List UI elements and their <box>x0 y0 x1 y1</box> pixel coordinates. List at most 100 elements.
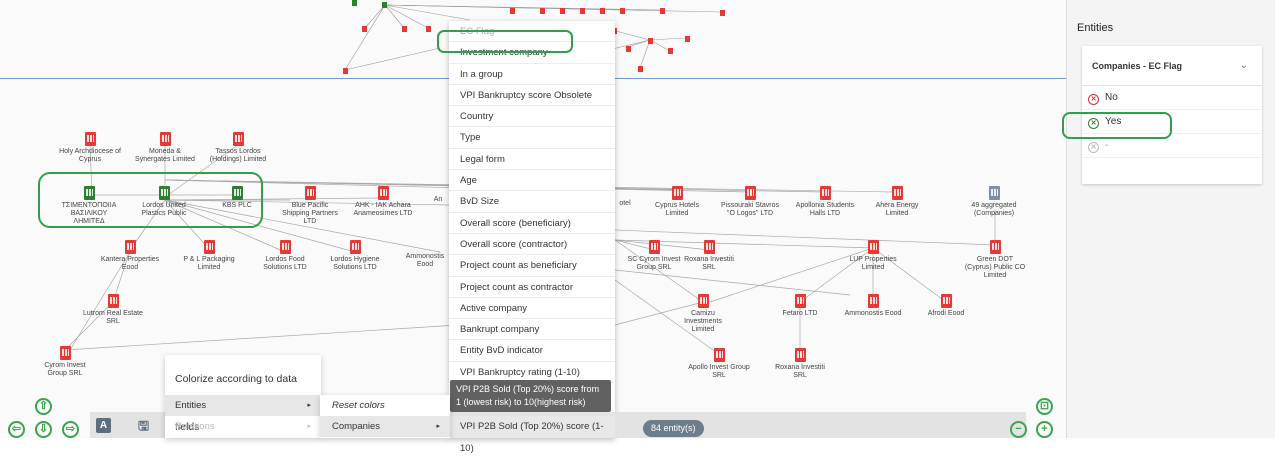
colorize-entities[interactable]: Entities ▸ <box>165 395 321 416</box>
menu-item-vpi-bankruptcy-obsolete[interactable]: VPI Bankruptcy score Obsolete <box>449 85 615 107</box>
building-icon <box>84 132 96 146</box>
node-holy-archdiocese[interactable]: Holy Archdiocese of Cyprus <box>59 132 121 164</box>
overview-node[interactable] <box>600 8 605 14</box>
overview-node[interactable] <box>540 8 545 14</box>
menu-item-type[interactable]: Type <box>449 127 615 149</box>
building-icon <box>377 186 389 200</box>
node-label: Afrodi Eood <box>927 310 965 317</box>
colorize-relations[interactable]: Relations ▸ <box>165 416 321 437</box>
overview-node[interactable] <box>648 38 653 44</box>
menu-item-project-count-contractor[interactable]: Project count as contractor <box>449 277 615 298</box>
overview-node[interactable] <box>720 10 725 16</box>
menu-item-overall-score-beneficiary[interactable]: Overall score (beneficiary) <box>449 213 615 234</box>
node-lutrom[interactable]: Lutrom Real Estate SRL <box>82 294 144 326</box>
node-kantera[interactable]: Kantera Properties Eood <box>99 240 161 272</box>
node-apollo-invest[interactable]: Apollo Invest Group SRL <box>688 348 750 380</box>
node-tassos-lordos[interactable]: Tassos Lordos (Holdings) Limited <box>207 132 269 164</box>
overview-node[interactable] <box>620 8 625 14</box>
menu-item-in-a-group[interactable]: In a group <box>449 64 615 85</box>
node-cyrom-invest[interactable]: Cyrom Invest Group SRL <box>34 346 96 378</box>
overview-node[interactable] <box>626 46 631 52</box>
building-icon <box>107 294 119 308</box>
menu-item-legal-form[interactable]: Legal form <box>449 149 615 171</box>
zoom-in-icon[interactable]: + <box>1036 421 1053 438</box>
overview-node[interactable] <box>580 8 585 14</box>
overview-node[interactable] <box>685 36 690 42</box>
overview-node[interactable] <box>343 68 348 74</box>
node-aggregated[interactable]: 49 aggregated (Companies) <box>963 186 1025 218</box>
overview-node[interactable] <box>638 66 643 72</box>
overview-node[interactable] <box>352 0 357 6</box>
node-cyprus-hotels[interactable]: Cyprus Hotels Limited <box>646 186 708 218</box>
pan-right-icon[interactable]: ⇨ <box>62 421 79 438</box>
node-label: Ammonostis Eood <box>405 253 445 268</box>
pan-down-icon[interactable]: ⇩ <box>35 421 52 438</box>
node-label: Pissouraki Stavros "O Logos" LTD <box>721 202 779 217</box>
node-ahk[interactable]: AHK - IAK Achara Anameosimes LTD <box>352 186 414 218</box>
menu-item-project-count-beneficiary[interactable]: Project count as beneficiary <box>449 255 615 277</box>
node-blue-pacific[interactable]: Blue Pacific Shipping Partners LTD <box>279 186 341 226</box>
node-partial-an[interactable]: An <box>428 196 448 204</box>
menu-item-country[interactable]: Country <box>449 106 615 128</box>
menu-item-bvd-size[interactable]: BvD Size <box>449 191 615 213</box>
save-button[interactable]: 🖫 <box>136 418 151 433</box>
building-icon <box>304 186 316 200</box>
overview-node[interactable] <box>426 26 431 32</box>
node-ammonostis-2[interactable]: Ammonostis Eood <box>842 294 904 318</box>
menu-item-age[interactable]: Age <box>449 170 615 192</box>
node-sc-cyrom[interactable]: SC Cyrom Invest Group SRL <box>623 240 685 272</box>
colorize-relations-label: Relations <box>175 421 215 432</box>
zoom-out-icon[interactable]: − <box>1010 421 1027 438</box>
menu-item-entity-bvd-indicator[interactable]: Entity BvD indicator <box>449 340 615 362</box>
chevron-down-icon[interactable]: ⌄ <box>1240 46 1248 86</box>
node-ammonostis-1[interactable]: Ammonostis Eood <box>400 253 450 269</box>
overview-node[interactable] <box>660 8 665 14</box>
node-apollonia[interactable]: Apollonia Students Halls LTD <box>794 186 856 218</box>
node-roxana-2[interactable]: Roxana Investiti SRL <box>769 348 831 380</box>
building-icon <box>648 240 660 254</box>
overview-node[interactable] <box>402 26 407 32</box>
node-fetaro[interactable]: Fetaro LTD <box>769 294 831 318</box>
ec-flag-highlight <box>437 30 573 53</box>
node-partial-hotel[interactable]: otel <box>615 200 635 208</box>
x-circle-icon: ✕ <box>1088 142 1099 153</box>
pan-up-icon[interactable]: ⇧ <box>35 398 52 415</box>
building-icon <box>697 294 709 308</box>
overview-node[interactable] <box>382 2 387 8</box>
companies-item[interactable]: Companies ▸ <box>320 416 450 437</box>
node-moneda[interactable]: Moneda & Synergates Limited <box>134 132 196 164</box>
menu-item-bankrupt-company[interactable]: Bankrupt company <box>449 319 615 341</box>
node-afrodi[interactable]: Afrodi Eood <box>915 294 977 318</box>
node-lordos-food[interactable]: Lordos Food Solutions LTD <box>254 240 316 272</box>
node-lordos-hygiene[interactable]: Lordos Hygiene Solutions LTD <box>324 240 386 272</box>
legend-option-no[interactable]: ✕ No <box>1082 86 1262 110</box>
node-label: LUP Properties Limited <box>849 256 897 271</box>
node-green-dot[interactable]: Green DOT (Cyprus) Public CO Limited <box>964 240 1026 280</box>
reset-colors-item[interactable]: Reset colors <box>320 395 450 416</box>
overview-node[interactable] <box>560 8 565 14</box>
node-pissouraki[interactable]: Pissouraki Stavros "O Logos" LTD <box>719 186 781 218</box>
node-pl-packaging[interactable]: P & L Packaging Limited <box>178 240 240 272</box>
node-label: Cyrom Invest Group SRL <box>44 362 86 377</box>
overview-node[interactable] <box>510 8 515 14</box>
menu-item-vpi-p2b-sold[interactable]: VPI P2B Sold (Top 20%) score (1-10) <box>449 416 615 454</box>
building-icon <box>203 240 215 254</box>
text-format-button[interactable]: A <box>96 418 111 433</box>
node-camizu[interactable]: Camizu Investments Limited <box>672 294 734 334</box>
menu-item-active-company[interactable]: Active company <box>449 298 615 320</box>
node-ahera[interactable]: Ahera Energy Limited <box>866 186 928 218</box>
overview-node[interactable] <box>668 48 673 54</box>
node-label: Apollonia Students Halls LTD <box>795 202 855 217</box>
fit-screen-icon[interactable]: ⊡ <box>1036 398 1053 415</box>
node-lup[interactable]: LUP Properties Limited <box>842 240 904 272</box>
node-roxana-1[interactable]: Roxana Investiti SRL <box>678 240 740 272</box>
node-label: 49 aggregated (Companies) <box>971 202 1017 217</box>
menu-item-overall-score-contractor[interactable]: Overall score (contractor) <box>449 234 615 256</box>
overview-node[interactable] <box>362 26 367 32</box>
data-field-dropdown[interactable]: EC Flag Investment company In a group VP… <box>449 21 615 438</box>
legend-option-label: - <box>1105 140 1109 151</box>
colorize-title: Colorize according to data fields <box>175 373 297 433</box>
pan-left-icon[interactable]: ⇦ <box>8 421 25 438</box>
legend-card-header[interactable]: Companies - EC Flag ⌄ <box>1082 46 1262 86</box>
node-label: Cyprus Hotels Limited <box>655 202 699 217</box>
